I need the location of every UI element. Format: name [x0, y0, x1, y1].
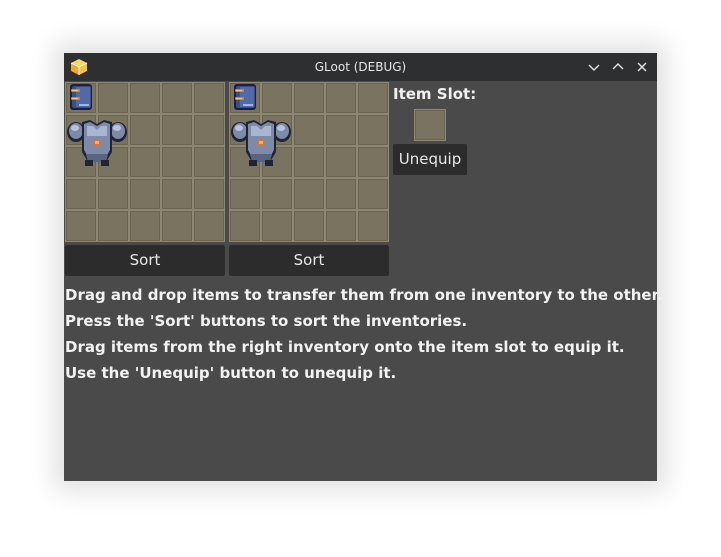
instruction-line: Drag and drop items to transfer them fro…	[65, 286, 663, 304]
inventory-cell[interactable]	[193, 178, 225, 210]
inventory-cell[interactable]	[193, 82, 225, 114]
instruction-line: Use the 'Unequip' button to unequip it.	[65, 364, 397, 382]
book-icon[interactable]	[67, 83, 95, 115]
sort-button-right[interactable]: Sort	[229, 245, 389, 276]
inventory-cell[interactable]	[325, 178, 357, 210]
inventory-cell[interactable]	[161, 82, 193, 114]
armor-icon[interactable]	[230, 116, 292, 182]
inventory-cell[interactable]	[357, 146, 389, 178]
inventory-cell[interactable]	[193, 114, 225, 146]
inventory-cell[interactable]	[325, 82, 357, 114]
close-icon[interactable]	[633, 58, 651, 76]
inventory-cell[interactable]	[129, 178, 161, 210]
inventory-cell[interactable]	[293, 146, 325, 178]
inventory-cell[interactable]	[357, 210, 389, 242]
inventory-cell[interactable]	[161, 114, 193, 146]
sort-button-left[interactable]: Sort	[65, 245, 225, 276]
inventory-cell[interactable]	[229, 210, 261, 242]
instruction-line: Press the 'Sort' buttons to sort the inv…	[65, 312, 468, 330]
inventory-cell[interactable]	[65, 178, 97, 210]
inventory-cell[interactable]	[97, 82, 129, 114]
armor-icon[interactable]	[66, 116, 128, 182]
inventory-cell[interactable]	[261, 210, 293, 242]
minimize-icon[interactable]	[585, 58, 603, 76]
inventory-cell[interactable]	[293, 114, 325, 146]
inventory-cell[interactable]	[97, 178, 129, 210]
inventory-cell[interactable]	[293, 82, 325, 114]
inventory-cell[interactable]	[357, 114, 389, 146]
item-slot[interactable]	[414, 109, 446, 141]
inventory-cell[interactable]	[129, 82, 161, 114]
inventory-cell[interactable]	[293, 210, 325, 242]
inventory-cell[interactable]	[129, 146, 161, 178]
inventory-cell[interactable]	[193, 146, 225, 178]
inventory-cell[interactable]	[357, 178, 389, 210]
inventory-cell[interactable]	[325, 114, 357, 146]
inventory-cell[interactable]	[161, 178, 193, 210]
inventory-cell[interactable]	[161, 146, 193, 178]
inventory-cell[interactable]	[293, 178, 325, 210]
app-window: GLoot (DEBUG) Sort Sort Item Slot: Unequ…	[64, 53, 663, 481]
instructions: Drag and drop items to transfer them fro…	[65, 282, 663, 386]
maximize-icon[interactable]	[609, 58, 627, 76]
book-icon[interactable]	[231, 83, 259, 115]
inventory-cell[interactable]	[325, 210, 357, 242]
instruction-line: Drag items from the right inventory onto…	[65, 338, 625, 356]
item-slot-label: Item Slot:	[393, 85, 477, 103]
inventory-cell[interactable]	[129, 210, 161, 242]
inventory-cell[interactable]	[65, 210, 97, 242]
inventory-cell[interactable]	[261, 178, 293, 210]
unequip-button[interactable]: Unequip	[393, 144, 467, 175]
inventory-cell[interactable]	[161, 210, 193, 242]
inventory-cell[interactable]	[325, 146, 357, 178]
window-title: GLoot (DEBUG)	[314, 60, 407, 74]
inventory-cell[interactable]	[261, 82, 293, 114]
inventory-cell[interactable]	[357, 82, 389, 114]
title-bar[interactable]: GLoot (DEBUG)	[64, 53, 657, 81]
inventory-cell[interactable]	[229, 178, 261, 210]
main-content: Sort Sort Item Slot: Unequip Drag and dr…	[64, 81, 663, 481]
inventory-cell[interactable]	[129, 114, 161, 146]
inventory-cell[interactable]	[97, 210, 129, 242]
inventory-cell[interactable]	[193, 210, 225, 242]
